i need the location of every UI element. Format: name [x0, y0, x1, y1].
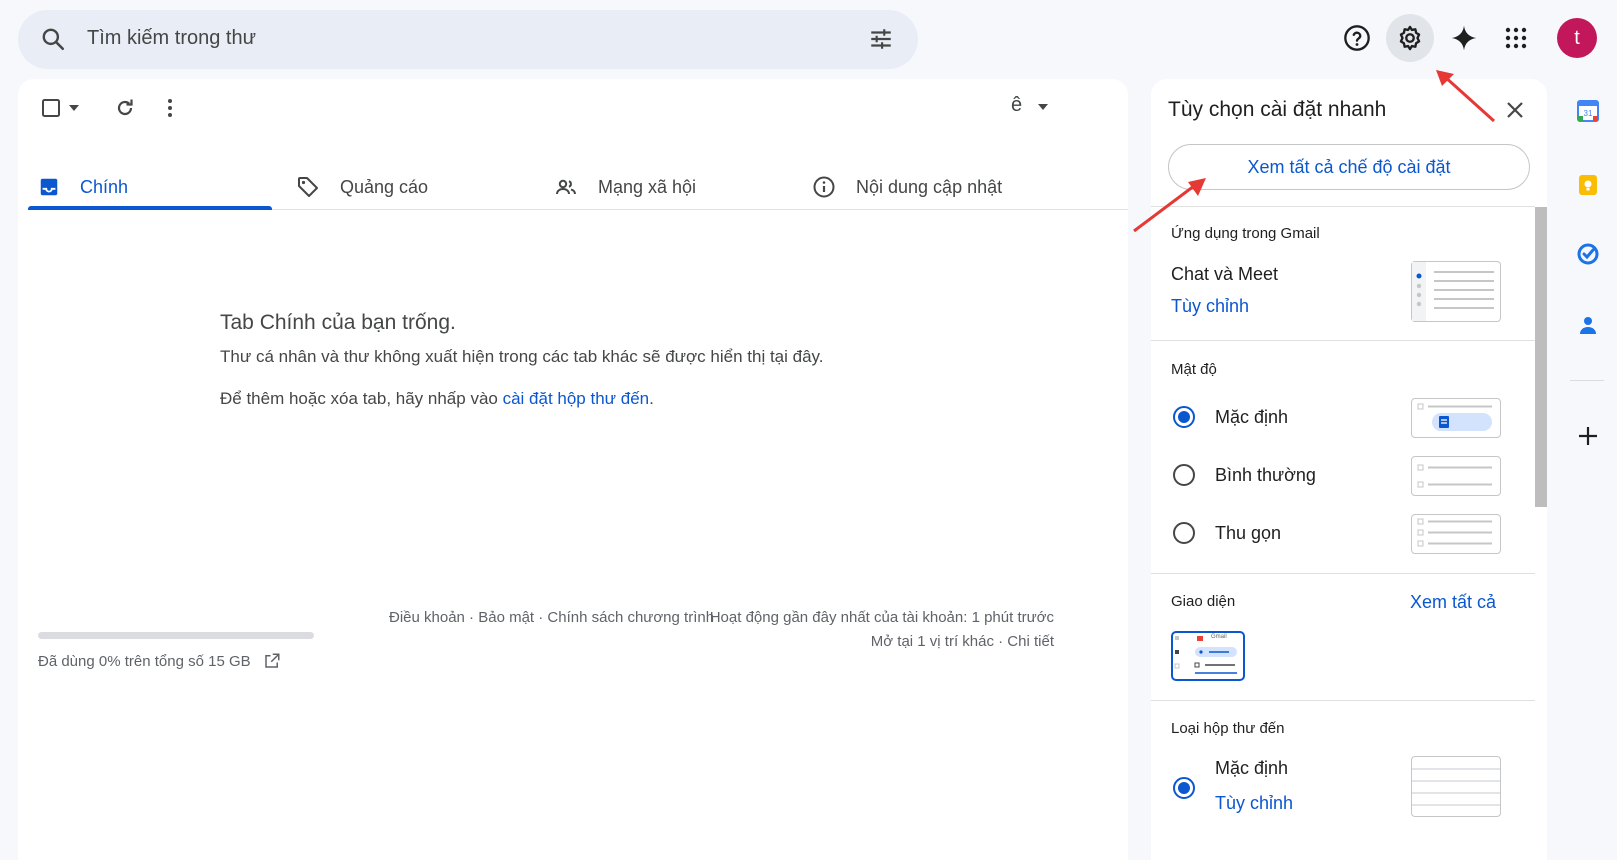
more-options-icon[interactable]	[162, 96, 178, 120]
tasks-icon[interactable]	[1573, 239, 1603, 269]
close-icon[interactable]	[1506, 101, 1524, 119]
tab-label: Quảng cáo	[340, 176, 429, 197]
density-section-title: Mật độ	[1171, 361, 1217, 378]
customize-apps-link[interactable]: Tùy chỉnh	[1171, 296, 1249, 317]
theme-thumb-label: Gmail	[1211, 634, 1227, 640]
inbox-type-section-title: Loại hộp thư đến	[1171, 720, 1285, 737]
select-checkbox[interactable]	[40, 97, 62, 119]
empty-state-title: Tab Chính của bạn trống.	[220, 311, 456, 334]
density-comfortable-label[interactable]: Bình thường	[1215, 465, 1316, 486]
theme-preview[interactable]: Gmail	[1171, 631, 1245, 681]
account-avatar[interactable]: t	[1557, 18, 1597, 58]
calendar-icon[interactable]: 31	[1573, 96, 1603, 126]
help-icon[interactable]	[1335, 16, 1379, 60]
storage-usage: Đã dùng 0% trên tổng số 15 GB	[38, 652, 281, 670]
info-icon	[812, 175, 836, 199]
inbox-default-radio[interactable]	[1173, 777, 1195, 799]
inbox-settings-link[interactable]: cài đặt hộp thư đến	[503, 389, 650, 408]
theme-see-all-link[interactable]: Xem tất cả	[1410, 592, 1496, 613]
rail-divider	[1570, 380, 1604, 381]
density-compact-preview[interactable]	[1411, 514, 1501, 554]
density-default-label[interactable]: Mặc định	[1215, 407, 1288, 428]
svg-text:31: 31	[1584, 109, 1593, 118]
density-comfortable-radio[interactable]	[1173, 464, 1195, 486]
density-default-radio[interactable]	[1173, 406, 1195, 428]
density-comfortable-preview[interactable]	[1411, 456, 1501, 496]
inbox-default-preview[interactable]	[1411, 756, 1501, 817]
search-bar[interactable]: Tìm kiếm trong thư	[18, 10, 918, 69]
tab-primary[interactable]: Chính	[38, 163, 128, 211]
refresh-icon[interactable]	[113, 96, 137, 120]
tab-label: Nội dung cập nhật	[856, 176, 1003, 197]
empty-state-description: Thư cá nhân và thư không xuất hiện trong…	[220, 347, 824, 366]
see-all-settings-button[interactable]: Xem tất cả chế độ cài đặt	[1168, 144, 1530, 190]
storage-usage-bar	[38, 632, 314, 639]
tag-icon	[296, 175, 320, 199]
inbox-customize-link[interactable]: Tùy chỉnh	[1215, 793, 1293, 814]
tab-label: Mạng xã hội	[598, 176, 697, 197]
get-addons-plus-icon[interactable]	[1573, 421, 1603, 451]
search-input[interactable]: Tìm kiếm trong thư	[87, 27, 256, 50]
divider	[1151, 573, 1535, 574]
input-tools-button[interactable]: ê	[1011, 94, 1022, 117]
gemini-sparkle-icon[interactable]	[1442, 16, 1486, 60]
tab-social[interactable]: Mạng xã hội	[554, 163, 696, 211]
footer-links[interactable]: Điều khoản · Bảo mật · Chính sách chương…	[389, 609, 714, 626]
last-activity: Hoạt động gần đây nhất của tài khoản: 1 …	[709, 609, 1054, 626]
inbox-default-label[interactable]: Mặc định	[1215, 758, 1288, 779]
contacts-icon[interactable]	[1573, 310, 1603, 340]
theme-section-title: Giao diện	[1171, 593, 1236, 610]
settings-scrollbar[interactable]	[1535, 207, 1547, 507]
input-tools-dropdown-icon[interactable]	[1037, 102, 1049, 112]
tab-updates[interactable]: Nội dung cập nhật	[812, 163, 1002, 211]
density-compact-radio[interactable]	[1173, 522, 1195, 544]
people-icon	[554, 175, 578, 199]
quick-settings-title: Tùy chọn cài đặt nhanh	[1168, 98, 1387, 121]
chat-meet-preview	[1411, 261, 1501, 322]
keep-icon[interactable]	[1573, 170, 1603, 200]
annotation-arrow-see-all	[1133, 178, 1206, 233]
density-compact-label[interactable]: Thu gọn	[1215, 523, 1281, 544]
density-default-preview[interactable]	[1411, 398, 1501, 438]
settings-gear-icon[interactable]	[1386, 14, 1434, 62]
divider	[1151, 340, 1535, 341]
empty-state-hint: Để thêm hoặc xóa tab, hãy nhấp vào cài đ…	[220, 389, 654, 408]
open-in-new-icon[interactable]	[263, 652, 281, 670]
tab-promotions[interactable]: Quảng cáo	[296, 163, 428, 211]
tab-label: Chính	[80, 176, 129, 197]
inbox-icon	[38, 176, 60, 198]
main-mail-panel: ê Chính Quảng cáo Mạng xã hội Nội dung c…	[18, 79, 1128, 860]
apps-grid-icon[interactable]	[1494, 16, 1538, 60]
divider	[1151, 700, 1535, 701]
search-icon[interactable]	[40, 26, 66, 52]
search-options-icon[interactable]	[868, 26, 894, 52]
select-dropdown-icon[interactable]	[68, 103, 80, 113]
chat-meet-label: Chat và Meet	[1171, 264, 1279, 284]
active-tab-indicator	[28, 206, 272, 210]
quick-settings-panel: Tùy chọn cài đặt nhanh Xem tất cả chế độ…	[1151, 79, 1547, 860]
annotation-arrow-gear	[1436, 70, 1496, 123]
activity-details-link[interactable]: Mở tại 1 vị trí khác · Chi tiết	[871, 633, 1054, 650]
